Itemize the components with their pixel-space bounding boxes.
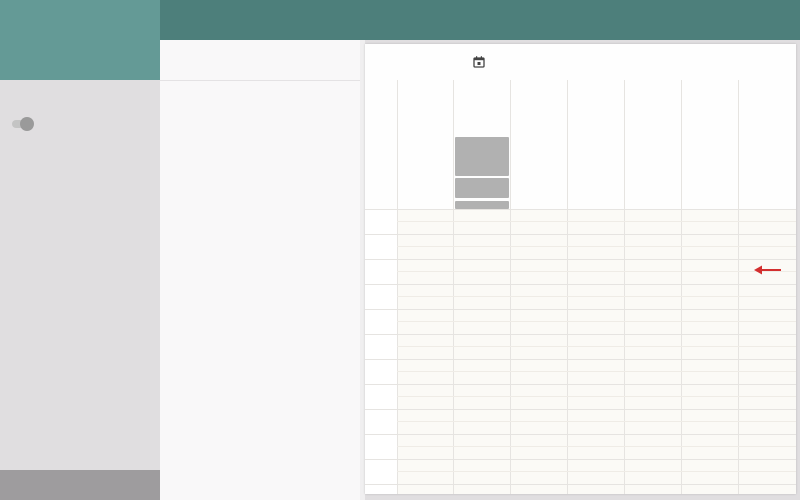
calendar-event[interactable] xyxy=(455,201,509,209)
hour-line xyxy=(365,459,796,460)
hour-line xyxy=(365,309,796,310)
hour-line xyxy=(365,409,796,410)
hour-line xyxy=(365,259,796,260)
calendar-header xyxy=(365,44,796,80)
hour-line xyxy=(365,284,796,285)
middle-panel-header xyxy=(160,40,360,81)
half-hour-line xyxy=(397,421,796,422)
half-hour-line xyxy=(397,271,796,272)
middle-panel xyxy=(160,40,360,500)
time-gutter xyxy=(365,209,397,494)
day-column-divider xyxy=(510,80,511,494)
half-hour-line xyxy=(397,471,796,472)
half-hour-line xyxy=(397,296,796,297)
sidebar-toggle-switch[interactable] xyxy=(10,117,34,131)
calendar-week-view[interactable] xyxy=(365,44,796,494)
half-hour-line xyxy=(397,446,796,447)
hour-line xyxy=(365,384,796,385)
top-app-bar xyxy=(160,0,800,40)
hour-line xyxy=(365,334,796,335)
day-column-divider xyxy=(397,80,398,494)
sidebar-footer xyxy=(0,470,160,500)
half-hour-line xyxy=(397,396,796,397)
half-hour-line xyxy=(397,221,796,222)
day-column-divider xyxy=(624,80,625,494)
red-arrow-left-icon xyxy=(754,265,781,275)
calendar-event[interactable] xyxy=(455,178,509,198)
hour-line xyxy=(365,234,796,235)
hour-line xyxy=(365,209,796,210)
calendar-event[interactable] xyxy=(455,137,509,176)
half-hour-line xyxy=(397,321,796,322)
half-hour-line xyxy=(397,246,796,247)
hour-line xyxy=(365,484,796,485)
day-column-divider xyxy=(738,80,739,494)
hour-line xyxy=(365,434,796,435)
day-column-divider xyxy=(567,80,568,494)
sidebar xyxy=(0,0,160,500)
half-hour-line xyxy=(397,346,796,347)
time-grid[interactable] xyxy=(397,209,796,494)
calendar-icon[interactable] xyxy=(472,55,486,69)
half-hour-line xyxy=(397,371,796,372)
hour-line xyxy=(365,359,796,360)
day-column-divider xyxy=(681,80,682,494)
day-column-divider xyxy=(453,80,454,494)
sidebar-header xyxy=(0,0,160,80)
toggle-knob xyxy=(20,117,34,131)
